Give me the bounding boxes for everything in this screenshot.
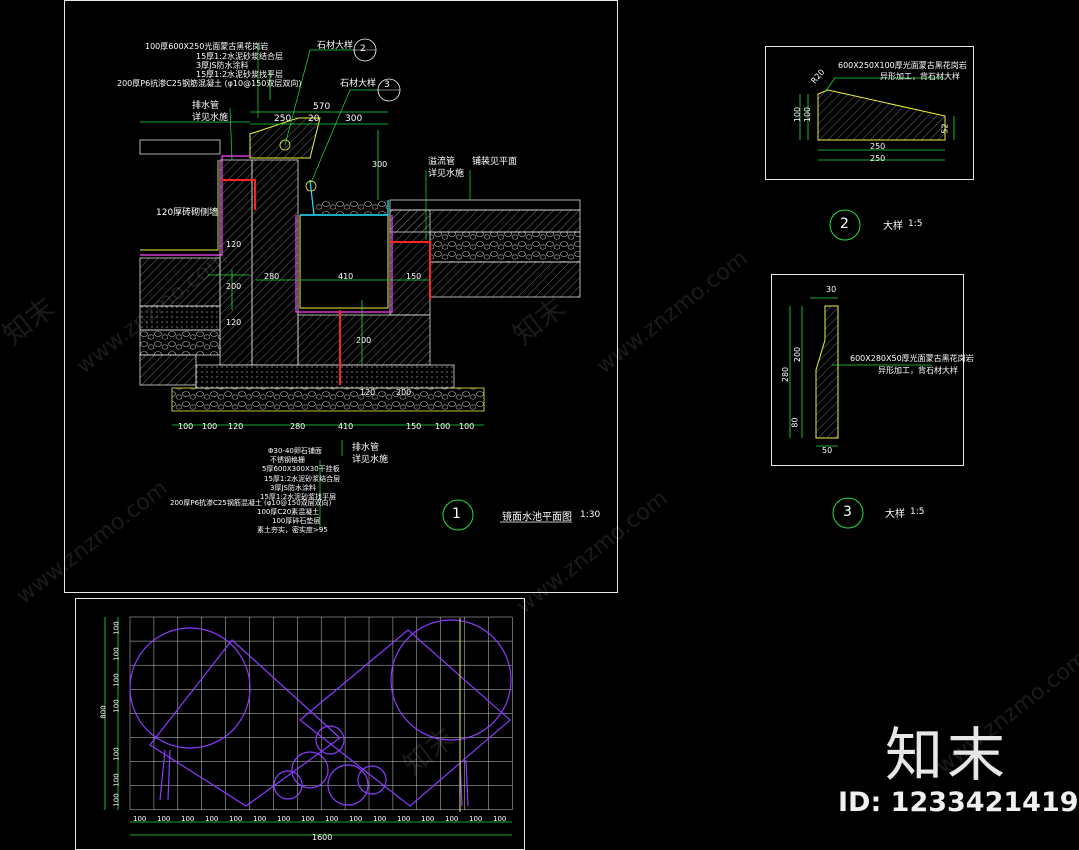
inner-dims-item: 120 [226,240,242,249]
section-badge: 1 [452,506,461,522]
plan-bottom-dims-item: 100 [469,815,483,823]
detail-2-scale: 1:5 [908,219,923,229]
bottom-dims-item: 100 [178,422,194,431]
detail-2-note: 600X250X100厚光面蒙古黑花岗岩 [838,61,967,70]
bottom-notes-item: 5厚600X300X30干挂板 [262,465,340,473]
plan-bottom-dims-item: 100 [181,815,195,823]
detail-2-dim-h2: 100 [803,106,813,123]
inner-dims-item: 150 [406,272,422,281]
bottom-dims-item: 120 [228,422,244,431]
bottom-dims-item: 280 [290,422,306,431]
inner-dims-item: 410 [338,272,354,281]
plan-bottom-dims-item: 100 [397,815,411,823]
plan-bottom-dims-item: 100 [205,815,219,823]
detail-2-dim-e: 52 [940,123,950,134]
id-text: ID: 1233421419 [838,787,1079,818]
detail-3-title: 大样 [885,509,905,520]
detail-3-scale: 1:5 [910,507,925,517]
plan-bottom-dims-item: 100 [301,815,315,823]
plan-left-dims-item: 100 [112,793,121,807]
dim-top-total: 570 [313,102,331,112]
detail-3-dim-50: 50 [822,446,833,455]
plan-left-dims-item: 100 [112,747,121,761]
inner-dims-item: 200 [356,336,372,345]
plan-bottom-dims-item: 100 [229,815,243,823]
plan-left-dims-item: 100 [112,699,121,713]
plan-bottom-dims-item: 100 [133,815,147,823]
plan-left-dims-item: 100 [112,647,121,661]
callout-3-badge: 3 [384,80,390,90]
bottom-notes-item: 素土夯实，密实度>95 [257,526,328,534]
dim-top-b: 20 [308,114,320,124]
drain-note-2: 详见水施 [352,455,389,465]
detail-3-dim-200: 200 [793,346,803,363]
bottom-dims-item: 100 [202,422,218,431]
plan-bottom-dims-item: 100 [349,815,363,823]
section-title: 镜面水池平面图 [502,512,572,523]
plan-bottom-dims-item: 100 [373,815,387,823]
plan-bottom-dims-item: 100 [421,815,435,823]
dim-top-a: 250 [274,114,292,124]
top-notes-item: 200厚P6抗渗C25钢筋混凝土 (φ10@150双层双向) [117,79,302,88]
inner-dims-item: 200 [396,388,412,397]
dim-top-c: 300 [345,114,363,124]
inner-dims-item: 120 [226,318,242,327]
plan-drawing [104,616,513,836]
inner-dims-item: 300 [372,160,388,169]
plan-bottom-dims-item: 100 [445,815,459,823]
plan-left-dims-item: 100 [112,673,121,687]
plan-bottom-dims-item: 100 [325,815,339,823]
detail-3-dim-280: 280 [781,366,791,383]
detail-3-note2: 异形加工，背石材大样 [878,366,958,375]
bottom-dims-item: 410 [338,422,354,431]
plan-bottom-dims-item: 100 [253,815,267,823]
detail-2-dim-w1: 250 [870,142,886,151]
section-scale: 1:30 [580,510,601,520]
detail-3-dim-top: 30 [826,285,837,294]
callout-3-label: 石材大样 [340,79,377,89]
inner-dims-item: 120 [360,388,376,397]
plan-bottom-dims-item: 100 [157,815,171,823]
detail-2-title: 大样 [883,221,903,232]
plan-total-dim: 1600 [312,833,333,842]
detail-3-note: 600X280X50厚光面蒙古黑花岗岩 [850,354,974,363]
detail-2-dim-w2: 250 [870,154,886,163]
inner-dims-item: 200 [226,282,242,291]
right-note-3: 铺装见平面 [472,157,518,167]
inner-dims-item: 280 [264,272,280,281]
bottom-dims-item: 150 [406,422,422,431]
plan-left-dims-item: 100 [112,621,121,635]
plan-left-dims-item: 800 [99,705,108,719]
wall-note: 120厚砖砌侧墙 [156,208,219,218]
callout-2-badge: 2 [360,44,366,54]
bottom-dims-item: 100 [459,422,475,431]
detail-3-badge: 3 [843,504,852,520]
left-note-2: 详见水施 [192,113,229,123]
callout-2-label: 石材大样 [317,41,354,51]
detail-3-dim-80: 80 [790,417,800,428]
brand-logo: 知末 [885,721,1010,789]
detail-2-note2: 异形加工，背石材大样 [880,72,960,81]
detail-2-dim-h1: 100 [793,106,803,123]
detail-3-drawing [789,297,932,529]
plan-bottom-dims-item: 100 [277,815,291,823]
bottom-dims-item: 100 [435,422,451,431]
detail-2-badge: 2 [840,216,849,232]
plan-bottom-dims-item: 100 [493,815,507,823]
right-note-2: 详见水施 [428,169,465,179]
plan-left-dims-item: 100 [112,773,121,787]
